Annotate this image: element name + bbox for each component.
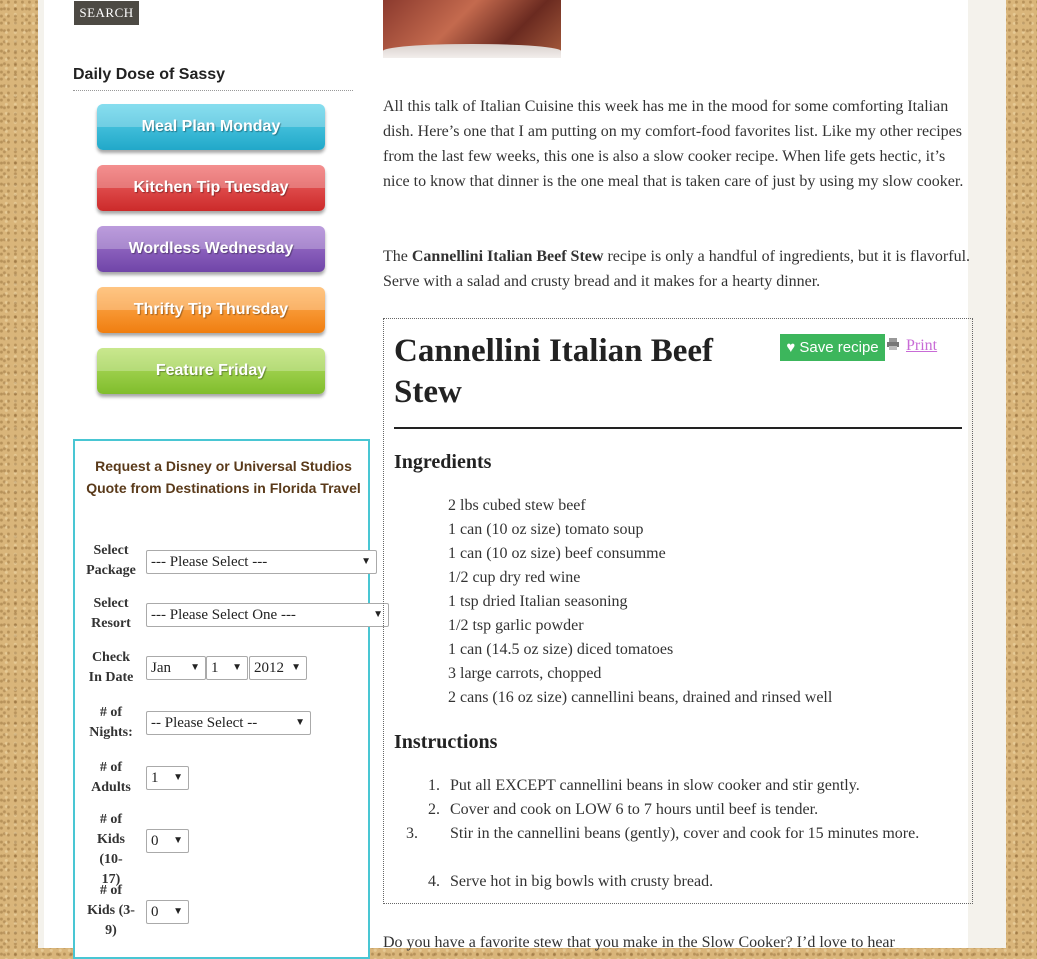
kids-10-17-select[interactable]: 0 ▼ xyxy=(146,829,189,853)
recipe-card: Cannellini Italian Beef Stew ♥ Save reci… xyxy=(383,318,973,904)
checkin-label: Check In Date xyxy=(88,650,134,685)
print-link[interactable]: Print xyxy=(887,337,937,355)
intro-paragraph: All this talk of Italian Cuisine this we… xyxy=(383,98,964,190)
title-divider xyxy=(394,427,962,429)
chevron-down-icon: ▼ xyxy=(291,662,301,673)
ribbon-label: Feature Friday xyxy=(155,362,267,379)
quote-form-title: Request a Disney or Universal Studios Qu… xyxy=(86,458,361,496)
chevron-down-icon: ▼ xyxy=(295,717,305,728)
chevron-down-icon: ▼ xyxy=(232,662,242,673)
instructions-heading: Instructions xyxy=(394,731,498,753)
kids-3-9-select[interactable]: 0 ▼ xyxy=(146,900,189,924)
kids-3-9-label: # of Kids (3- 9) xyxy=(87,883,135,938)
ingredient-item: 1 can (14.5 oz size) diced tomatoes xyxy=(448,641,674,658)
ingredient-item: 1 can (10 oz size) tomato soup xyxy=(448,521,644,538)
chevron-down-icon: ▼ xyxy=(173,772,183,783)
kitchen-tip-tuesday-link[interactable]: Kitchen Tip Tuesday xyxy=(97,165,325,211)
ingredient-item: 1 can (10 oz size) beef consumme xyxy=(448,545,666,562)
sidebar-title: Daily Dose of Sassy xyxy=(73,66,353,91)
checkin-year-select[interactable]: 2012 ▼ xyxy=(249,656,307,680)
thrifty-tip-thursday-link[interactable]: Thrifty Tip Thursday xyxy=(97,287,325,333)
ingredients-heading: Ingredients xyxy=(394,451,492,473)
instruction-step: 3. Stir in the cannellini beans (gently),… xyxy=(406,825,920,842)
ribbon-label: Thrifty Tip Thursday xyxy=(133,301,289,318)
ingredient-item: 2 cans (16 oz size) cannellini beans, dr… xyxy=(448,689,833,706)
closing-paragraph: Do you have a favorite stew that you mak… xyxy=(383,934,895,951)
chevron-down-icon: ▼ xyxy=(373,609,383,620)
package-select[interactable]: --- Please Select --- ▼ xyxy=(146,550,377,574)
chevron-down-icon: ▼ xyxy=(361,556,371,567)
nights-select[interactable]: -- Please Select -- ▼ xyxy=(146,711,311,735)
feature-friday-link[interactable]: Feature Friday xyxy=(97,348,325,394)
chevron-down-icon: ▼ xyxy=(190,662,200,673)
recipe-title: Cannellini Italian Beef Stew xyxy=(394,333,714,410)
resort-select[interactable]: --- Please Select One --- ▼ xyxy=(146,603,389,627)
stew-photo xyxy=(383,0,561,58)
kids-10-17-label: # of Kids (10- 17) xyxy=(96,812,125,887)
save-recipe-button[interactable]: ♥ Save recipe xyxy=(780,334,885,361)
ingredient-item: 3 large carrots, chopped xyxy=(448,665,602,682)
ingredient-item: 1 tsp dried Italian seasoning xyxy=(448,593,628,610)
ingredient-item: 1/2 tsp garlic powder xyxy=(448,617,584,634)
wordless-wednesday-link[interactable]: Wordless Wednesday xyxy=(97,226,325,272)
recipe-name-bold: Cannellini Italian Beef Stew xyxy=(411,248,604,265)
nights-label: # of Nights: xyxy=(89,705,133,740)
adults-label: # of Adults xyxy=(91,760,131,795)
description-paragraph: The Cannellini Italian Beef Stew recipe … xyxy=(383,248,971,290)
chevron-down-icon: ▼ xyxy=(173,835,183,846)
ribbon-label: Kitchen Tip Tuesday xyxy=(133,179,289,196)
ingredient-item: 1/2 cup dry red wine xyxy=(448,569,581,586)
instruction-step: 1. Put all EXCEPT cannellini beans in slo… xyxy=(428,777,860,794)
printer-icon xyxy=(887,338,899,350)
search-button[interactable]: SEARCH xyxy=(73,0,140,26)
chevron-down-icon: ▼ xyxy=(173,906,183,917)
instruction-step: 4. Serve hot in big bowls with crusty bre… xyxy=(428,873,714,890)
instruction-step: 2. Cover and cook on LOW 6 to 7 hours unt… xyxy=(428,801,819,818)
checkin-month-select[interactable]: Jan ▼ xyxy=(146,656,206,680)
resort-label: Select Resort xyxy=(91,596,131,631)
ingredient-item: 2 lbs cubed stew beef xyxy=(448,497,586,514)
package-label: Select Package xyxy=(86,543,136,578)
ribbon-label: Meal Plan Monday xyxy=(141,118,281,135)
adults-select[interactable]: 1 ▼ xyxy=(146,766,189,790)
checkin-day-select[interactable]: 1 ▼ xyxy=(206,656,248,680)
meal-plan-monday-link[interactable]: Meal Plan Monday xyxy=(97,104,325,150)
ribbon-label: Wordless Wednesday xyxy=(128,240,294,257)
